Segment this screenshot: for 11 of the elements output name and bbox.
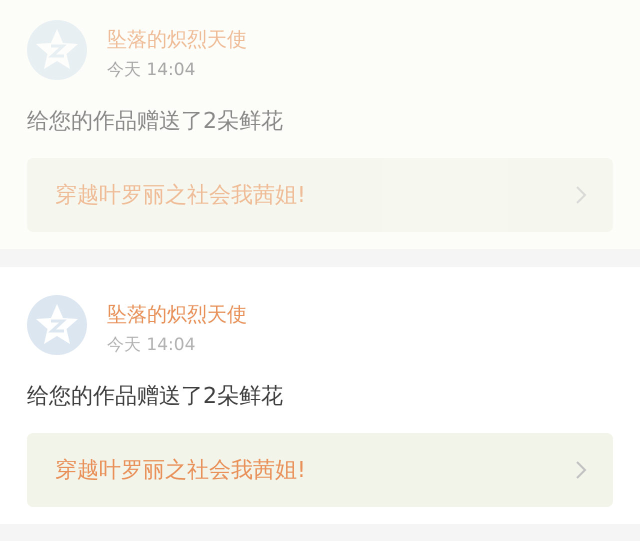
avatar-icon[interactable] (27, 295, 87, 355)
user-name[interactable]: 坠落的炽烈天使 (107, 26, 247, 52)
chevron-right-icon (575, 460, 587, 480)
message-text: 给您的作品赠送了2朵鲜花 (27, 383, 284, 411)
work-link[interactable]: 穿越叶罗丽之社会我茜姐! (27, 158, 613, 232)
user-name[interactable]: 坠落的炽烈天使 (107, 301, 247, 327)
timestamp: 今天 14:04 (107, 59, 196, 81)
message-text: 给您的作品赠送了2朵鲜花 (27, 108, 284, 136)
timestamp: 今天 14:04 (107, 334, 196, 356)
work-link[interactable]: 穿越叶罗丽之社会我茜姐! (27, 433, 613, 507)
chevron-right-icon (575, 185, 587, 205)
